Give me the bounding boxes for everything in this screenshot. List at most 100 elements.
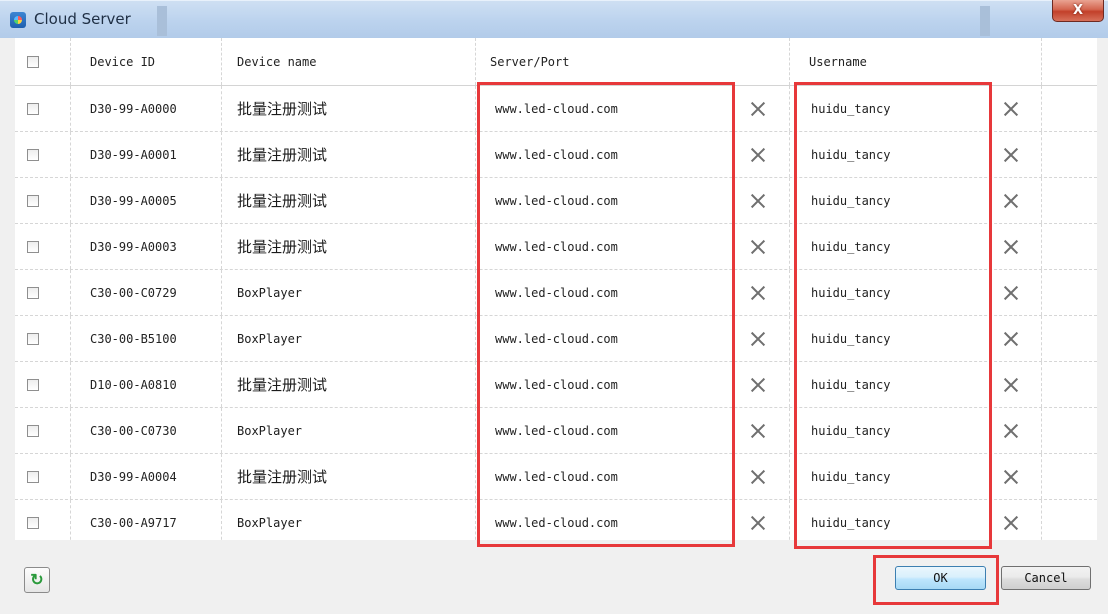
clear-username-icon[interactable] xyxy=(1003,515,1019,531)
clear-server-icon[interactable] xyxy=(750,377,766,393)
row-checkbox[interactable] xyxy=(27,102,39,115)
clear-username-icon[interactable] xyxy=(1003,239,1019,255)
clear-username-icon[interactable] xyxy=(1003,285,1019,301)
username-column-highlight xyxy=(794,82,992,549)
clear-username-icon[interactable] xyxy=(1003,101,1019,117)
device-name: BoxPlayer xyxy=(237,515,303,530)
device-name: 批量注册测试 xyxy=(237,468,328,486)
refresh-button[interactable]: ↻ xyxy=(24,567,50,593)
column-divider xyxy=(70,500,71,540)
column-divider xyxy=(221,408,222,453)
clear-username-icon[interactable] xyxy=(1003,423,1019,439)
server-column-highlight xyxy=(477,82,735,547)
column-divider xyxy=(789,454,790,499)
device-id: D10-00-A0810 xyxy=(90,377,177,392)
column-divider xyxy=(789,38,790,85)
table-header: Device ID Device name Server/Port Userna… xyxy=(15,38,1097,86)
select-all-checkbox[interactable] xyxy=(27,55,39,68)
header-device-name[interactable]: Device name xyxy=(237,38,316,85)
row-checkbox[interactable] xyxy=(27,332,39,345)
device-id: D30-99-A0004 xyxy=(90,469,177,484)
clear-username-icon[interactable] xyxy=(1003,377,1019,393)
row-checkbox[interactable] xyxy=(27,516,39,529)
column-divider xyxy=(1041,178,1042,223)
column-divider xyxy=(475,38,476,85)
clear-server-icon[interactable] xyxy=(750,331,766,347)
column-divider xyxy=(221,86,222,131)
column-divider xyxy=(789,86,790,131)
row-checkbox[interactable] xyxy=(27,424,39,437)
device-id: D30-99-A0005 xyxy=(90,193,177,208)
column-divider xyxy=(221,316,222,361)
row-checkbox[interactable] xyxy=(27,148,39,161)
cancel-button[interactable]: Cancel xyxy=(1001,566,1091,590)
row-checkbox[interactable] xyxy=(27,194,39,207)
clear-server-icon[interactable] xyxy=(750,193,766,209)
clear-server-icon[interactable] xyxy=(750,423,766,439)
row-checkbox-cell xyxy=(27,178,39,223)
header-server-port[interactable]: Server/Port xyxy=(490,38,569,85)
clear-username-icon[interactable] xyxy=(1003,147,1019,163)
clear-username-icon[interactable] xyxy=(1003,193,1019,209)
device-name: 批量注册测试 xyxy=(237,376,328,394)
column-divider xyxy=(70,132,71,177)
column-divider xyxy=(475,454,476,499)
column-divider xyxy=(70,38,71,85)
refresh-icon: ↻ xyxy=(30,572,44,589)
window-title: Cloud Server xyxy=(34,10,131,28)
clear-server-icon[interactable] xyxy=(750,239,766,255)
header-username[interactable]: Username xyxy=(809,38,867,85)
column-divider xyxy=(789,362,790,407)
row-checkbox[interactable] xyxy=(27,378,39,391)
select-all-cell xyxy=(27,38,39,85)
title-bar: Cloud Server X xyxy=(0,0,1108,38)
column-divider xyxy=(70,316,71,361)
column-divider xyxy=(475,178,476,223)
row-checkbox-cell xyxy=(27,500,39,540)
row-checkbox-cell xyxy=(27,224,39,269)
column-divider xyxy=(1041,316,1042,361)
device-name: BoxPlayer xyxy=(237,331,303,346)
column-divider xyxy=(70,86,71,131)
clear-server-icon[interactable] xyxy=(750,515,766,531)
title-bar-highlight xyxy=(0,0,1108,1)
clear-server-icon[interactable] xyxy=(750,469,766,485)
column-divider xyxy=(475,316,476,361)
row-checkbox[interactable] xyxy=(27,470,39,483)
column-divider xyxy=(1041,224,1042,269)
clear-username-icon[interactable] xyxy=(1003,469,1019,485)
column-divider xyxy=(1041,38,1042,85)
row-checkbox-cell xyxy=(27,270,39,315)
device-name: 批量注册测试 xyxy=(237,192,328,210)
row-checkbox-cell xyxy=(27,316,39,361)
column-divider xyxy=(221,224,222,269)
column-divider xyxy=(221,270,222,315)
device-id: C30-00-C0729 xyxy=(90,285,177,300)
column-divider xyxy=(70,178,71,223)
clear-server-icon[interactable] xyxy=(750,101,766,117)
close-icon: X xyxy=(1072,3,1084,18)
device-name: 批量注册测试 xyxy=(237,100,328,118)
row-checkbox[interactable] xyxy=(27,240,39,253)
app-icon xyxy=(10,12,26,28)
row-checkbox-cell xyxy=(27,454,39,499)
clear-username-icon[interactable] xyxy=(1003,331,1019,347)
row-checkbox-cell xyxy=(27,86,39,131)
ok-button[interactable]: OK xyxy=(895,566,986,590)
clear-server-icon[interactable] xyxy=(750,147,766,163)
column-divider xyxy=(70,454,71,499)
device-name: BoxPlayer xyxy=(237,285,303,300)
column-divider xyxy=(70,224,71,269)
row-checkbox[interactable] xyxy=(27,286,39,299)
clear-server-icon[interactable] xyxy=(750,285,766,301)
close-button[interactable]: X xyxy=(1052,0,1104,22)
column-divider xyxy=(475,132,476,177)
column-divider xyxy=(789,178,790,223)
header-device-id[interactable]: Device ID xyxy=(90,38,155,85)
device-id: C30-00-C0730 xyxy=(90,423,177,438)
column-divider xyxy=(70,270,71,315)
device-name: 批量注册测试 xyxy=(237,146,328,164)
column-divider xyxy=(221,178,222,223)
column-divider xyxy=(1041,454,1042,499)
title-bar-divider xyxy=(157,6,167,36)
